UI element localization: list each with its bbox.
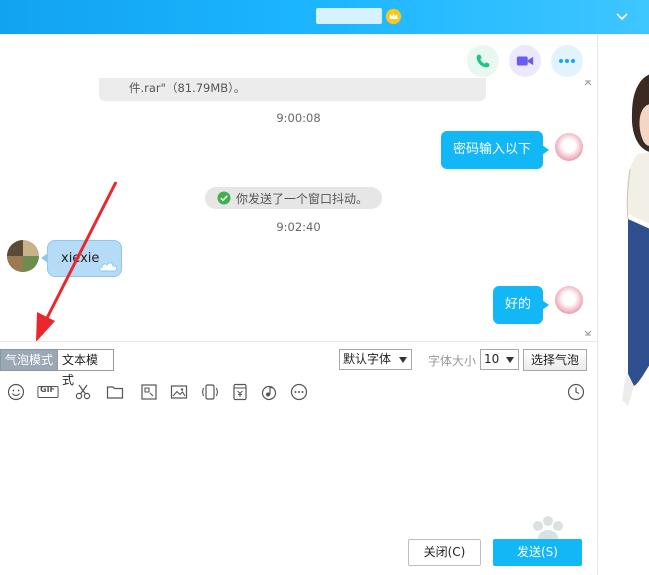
screenshot-scissors-icon [75,384,91,400]
send-button[interactable]: 发送(S) [493,539,582,566]
more-circle-icon [290,383,308,401]
contact-name [316,6,402,26]
red-packet-button[interactable] [229,381,251,403]
font-size-label: 字体大小 [428,354,477,368]
red-packet-icon [233,383,247,401]
self-avatar[interactable] [555,133,583,161]
image-doodle-icon [141,384,157,400]
doodle-button[interactable] [138,381,160,403]
choose-bubble-button[interactable]: 选择气泡 [523,349,587,371]
scroll-up-icon[interactable] [583,78,593,88]
notice-text: 你发送了一个窗口抖动。 [236,191,369,206]
emoji-icon [7,383,25,401]
avatar-figure-image [622,74,649,406]
annotation-arrow [36,181,118,342]
sent-message-bubble[interactable]: 密码输入以下 [441,131,550,169]
level-crown-icon [385,8,402,24]
message-history-button[interactable] [565,381,587,403]
message-timestamp: 9:00:08 [276,111,321,125]
send-file-button[interactable] [104,381,126,403]
blurred-contact-name [316,8,382,24]
text-mode-button[interactable]: 文本模式 [57,349,114,387]
check-circle-icon [217,191,231,205]
emoji-button[interactable] [5,381,27,403]
music-button[interactable] [258,381,280,403]
close-button[interactable]: 关闭(C) [408,539,481,566]
input-toolbar: GIF [0,381,597,405]
font-family-select[interactable]: 默认字体 [339,349,412,370]
gif-label: GIF [40,385,56,394]
shake-window-button[interactable] [199,381,221,403]
music-icon [261,385,277,401]
chevron-down-icon[interactable] [614,8,630,24]
picture-icon [170,385,188,399]
font-size-select[interactable]: 10 [480,349,519,370]
title-bar[interactable] [0,0,649,34]
format-bar: 气泡模式 文本模式 默认字体 字体大小 10 选择气泡 [0,341,597,387]
scroll-down-icon[interactable] [583,328,593,338]
history-clock-icon [567,383,585,401]
shake-window-icon [201,384,219,400]
bubble-mode-button[interactable]: 气泡模式 [0,349,58,371]
screenshot-button[interactable] [72,381,94,403]
profile-show-panel [597,34,649,575]
send-image-button[interactable] [168,381,190,403]
file-message[interactable]: 件.rar"（81.79MB）。 [99,78,486,101]
folder-icon [106,386,124,399]
system-notice: 你发送了一个窗口抖动。 [205,187,383,209]
more-tools-button[interactable] [288,381,310,403]
gif-button[interactable]: GIF [36,381,60,403]
self-avatar[interactable] [555,286,583,314]
chat-window: 件.rar"（81.79MB）。 9:00:08 密码输入以下 你发送了一个窗口… [0,0,649,575]
sent-message-bubble[interactable]: 好的 [493,286,550,324]
